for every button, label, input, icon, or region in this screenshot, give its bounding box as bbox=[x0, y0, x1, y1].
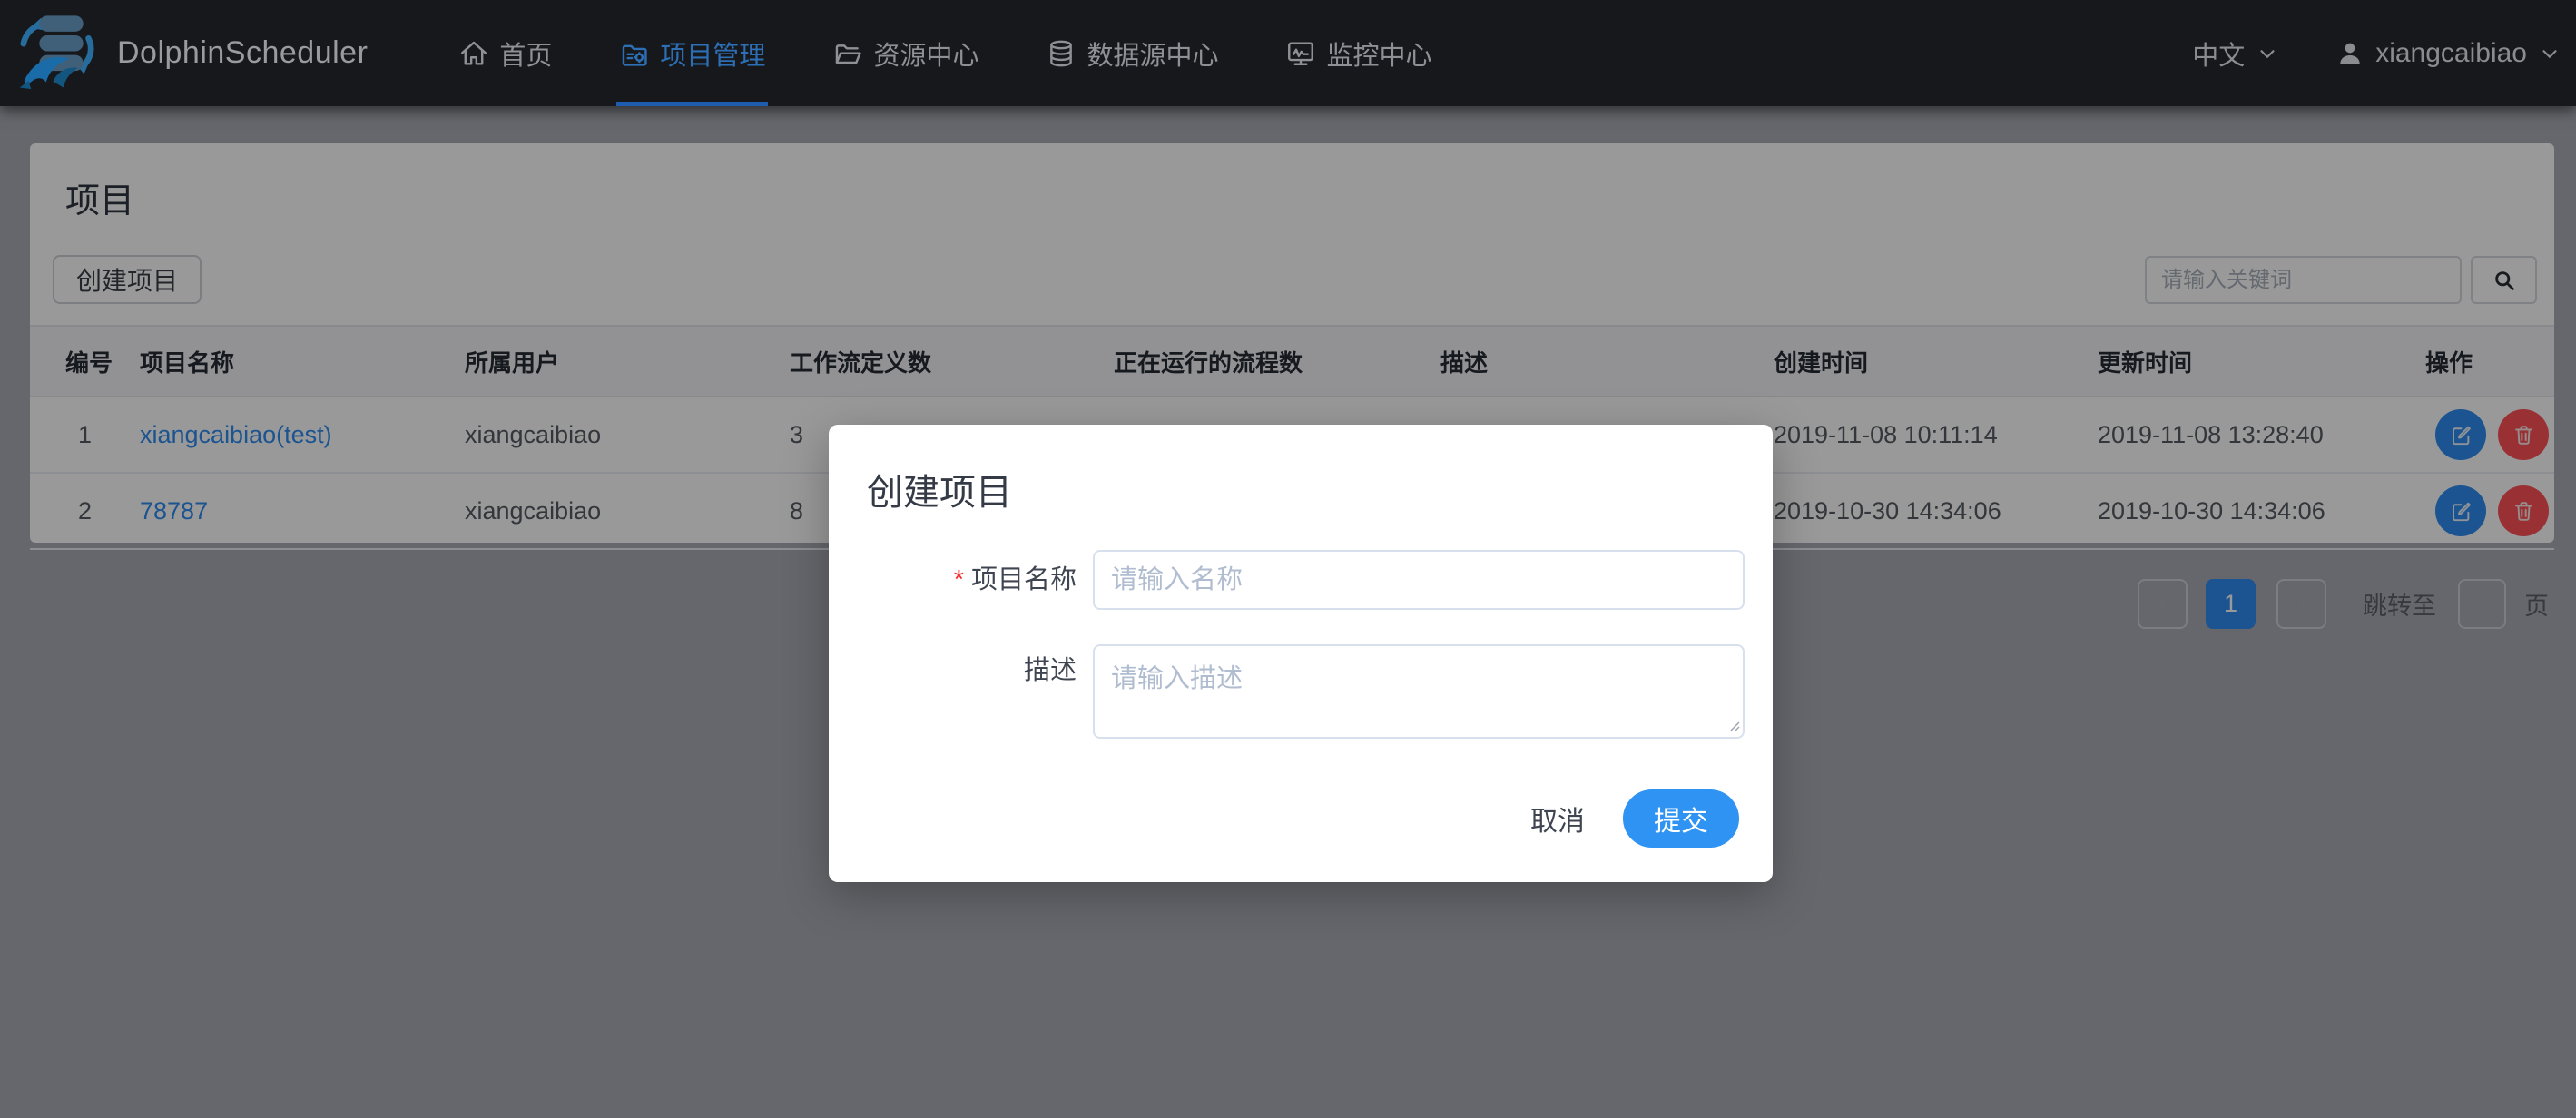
nav-item-datasource[interactable]: 数据源中心 bbox=[1046, 0, 1218, 106]
nav-item-label: 首页 bbox=[499, 34, 552, 73]
monitor-icon bbox=[1285, 38, 1316, 69]
description-label: 描述 bbox=[829, 644, 1077, 697]
project-name-row: *项目名称 bbox=[829, 550, 1773, 610]
resize-handle-icon[interactable] bbox=[1726, 717, 1740, 731]
nav-item-label: 数据源中心 bbox=[1086, 34, 1218, 73]
chevron-down-icon bbox=[2538, 42, 2561, 65]
nav-menu: 首页 项目管理 资源中心 bbox=[458, 0, 1499, 106]
brand: DolphinScheduler bbox=[14, 6, 368, 101]
resource-icon bbox=[832, 38, 863, 69]
nav-item-resources[interactable]: 资源中心 bbox=[832, 0, 978, 106]
project-name-label: *项目名称 bbox=[829, 550, 1077, 610]
username-label: xiangcaibiao bbox=[2375, 38, 2527, 69]
datasource-icon bbox=[1046, 38, 1077, 69]
nav-item-label: 监控中心 bbox=[1326, 34, 1431, 73]
dolphinscheduler-logo-icon bbox=[14, 6, 104, 101]
required-asterisk: * bbox=[954, 565, 964, 594]
user-menu[interactable]: xiangcaibiao bbox=[2335, 38, 2561, 69]
create-project-modal: 创建项目 *项目名称 描述 取消 提交 bbox=[829, 425, 1773, 882]
brand-name: DolphinScheduler bbox=[117, 35, 368, 71]
top-nav: DolphinScheduler 首页 项目管理 bbox=[0, 0, 2576, 106]
description-textarea[interactable] bbox=[1093, 644, 1745, 739]
language-label: 中文 bbox=[2192, 34, 2245, 73]
description-row: 描述 bbox=[829, 644, 1773, 739]
modal-actions: 取消 提交 bbox=[1525, 789, 1739, 848]
nav-right: 中文 xiangcaibiao bbox=[2192, 34, 2561, 73]
nav-item-home[interactable]: 首页 bbox=[458, 0, 552, 106]
chevron-down-icon bbox=[2256, 42, 2279, 65]
modal-title: 创建项目 bbox=[867, 463, 1012, 515]
submit-button[interactable]: 提交 bbox=[1623, 789, 1739, 848]
nav-item-projects[interactable]: 项目管理 bbox=[619, 0, 765, 106]
nav-item-label: 项目管理 bbox=[660, 34, 765, 73]
nav-item-label: 资源中心 bbox=[873, 34, 978, 73]
nav-item-monitor[interactable]: 监控中心 bbox=[1285, 0, 1431, 106]
cancel-button[interactable]: 取消 bbox=[1525, 799, 1590, 838]
user-icon bbox=[2335, 39, 2365, 68]
project-icon bbox=[619, 38, 650, 69]
project-name-input[interactable] bbox=[1093, 550, 1745, 610]
home-icon bbox=[458, 38, 489, 69]
language-selector[interactable]: 中文 bbox=[2192, 34, 2279, 73]
